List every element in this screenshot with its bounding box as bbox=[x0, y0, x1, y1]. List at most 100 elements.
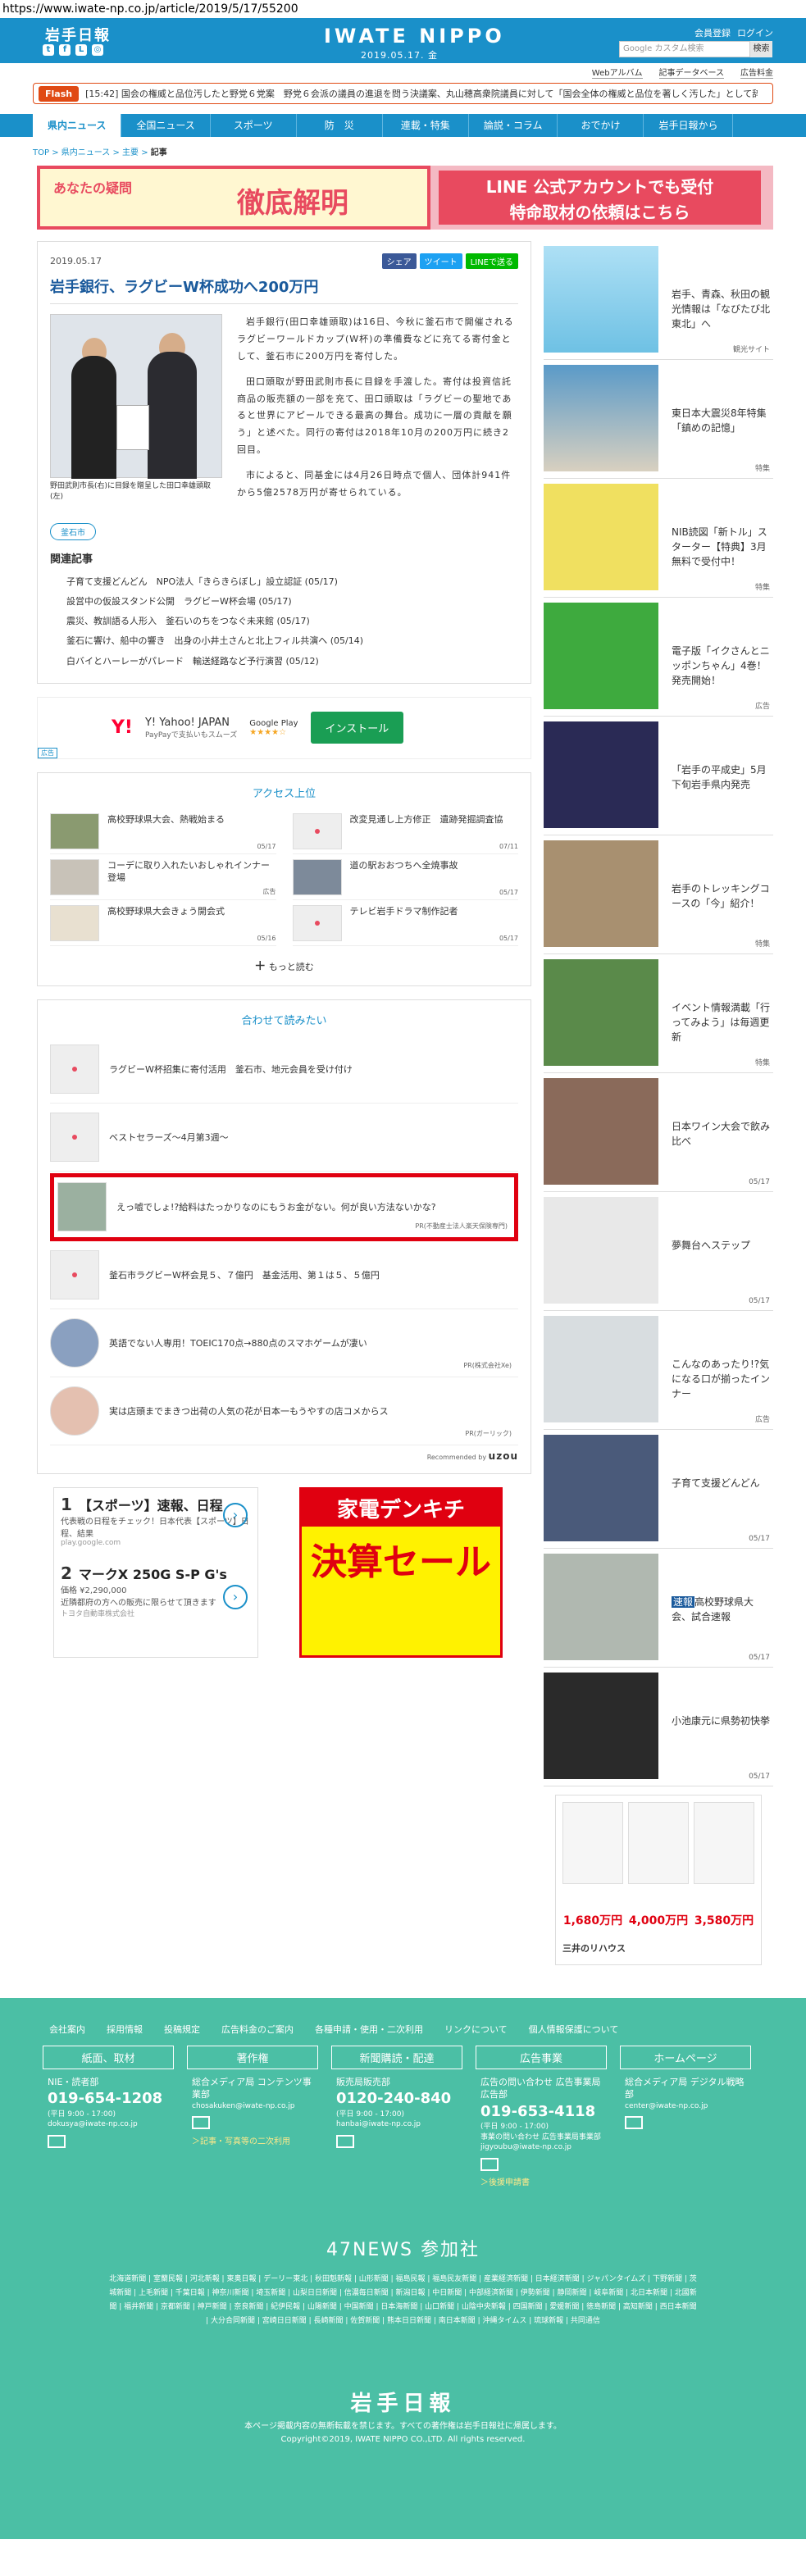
url-bar[interactable]: https://www.iwate-np.co.jp/article/2019/… bbox=[0, 0, 806, 18]
phone-number[interactable]: 019-653-4118 bbox=[480, 2101, 607, 2122]
brand-name[interactable]: IWATE NIPPO bbox=[324, 25, 505, 48]
sidebar-item[interactable]: こんなのあったり!?気になる口が揃ったインナー 広告 bbox=[544, 1311, 773, 1430]
ranking-item[interactable]: 道の駅おおつちへ全焼事故 05/17 bbox=[292, 854, 518, 900]
member-register-link[interactable]: 会員登録 bbox=[694, 26, 731, 39]
nav-national-news[interactable]: 全国ニュース bbox=[121, 114, 211, 137]
secondary-use-link[interactable]: ＞記事・写真等の二次利用 bbox=[192, 2137, 318, 2148]
reco-item[interactable]: ラグビーW杯招集に寄付活用 釜石市、地元会員を受け付け bbox=[50, 1035, 518, 1104]
search-input[interactable]: Google カスタム検索 bbox=[619, 41, 750, 57]
campaign-banner[interactable]: あなたの疑問 徹底解明 LINE 公式アカウントでも受付 特命取材の依頼はこちら bbox=[37, 166, 773, 230]
ad-rates-link[interactable]: 広告料金 bbox=[740, 66, 773, 79]
ranking-item[interactable]: テレビ岩手ドラマ制作記者 05/17 bbox=[292, 900, 518, 946]
sidebar-item[interactable]: NIB読図「新トル」スターター【特典】3月無料で受付中！ 特集 bbox=[544, 479, 773, 598]
google-text-ads[interactable]: 1 【スポーツ】速報、日程 代表戦の日程をチェック！日本代表【スポーツ】日程、結果 p… bbox=[53, 1486, 258, 1658]
footer-link[interactable]: 個人情報保護について bbox=[529, 2023, 619, 2036]
footer-link[interactable]: リンクについて bbox=[444, 2023, 508, 2036]
ranking-item[interactable]: コーデに取り入れたいおしゃれインナー登場 広告 bbox=[50, 854, 276, 900]
related-item[interactable]: 釜石に響け、船中の響き 出身の小井土さんと北上フィル共演へ (05/14) bbox=[66, 631, 518, 651]
reco-item[interactable]: 釜石市ラグビーW杯会見５、７億円 基金活用、第１は５、５億円 bbox=[50, 1241, 518, 1309]
footer-link[interactable]: 広告料金のご案内 bbox=[221, 2023, 294, 2036]
phone-number[interactable]: 019-654-1208 bbox=[48, 2088, 174, 2109]
facebook-share-button[interactable]: シェア bbox=[381, 253, 417, 269]
login-link[interactable]: ログイン bbox=[737, 26, 773, 39]
tag-kamaishi[interactable]: 釜石市 bbox=[50, 522, 96, 540]
mail-icon[interactable] bbox=[48, 2134, 66, 2148]
flash-news-bar[interactable]: Flash [15:42] 国会の権威と品位汚したと野党６党案 野党６会派の議員… bbox=[33, 83, 773, 104]
real-estate-ad[interactable]: 1,680万円 4,000万円 3,580万円 三井のリハウス bbox=[555, 1795, 762, 1965]
breadcrumb-local[interactable]: 県内ニュース bbox=[61, 148, 111, 157]
breadcrumb-main[interactable]: 主要 bbox=[122, 148, 139, 157]
sidebar-item[interactable]: 電子版「イクさんとニッポンちゃん」4巻！発売開始！ 広告 bbox=[544, 598, 773, 717]
partner-newspapers[interactable]: 北海道新聞 | 室蘭民報 | 河北新報 | 東奥日報 | デーリー東北 | 秋田… bbox=[108, 2273, 699, 2328]
line-icon[interactable]: L bbox=[75, 44, 87, 56]
sidebar-item[interactable]: 速報 高校野球県大会、試合速報 05/17 bbox=[544, 1549, 773, 1668]
email-address[interactable]: center@iwate-np.co.jp bbox=[625, 2101, 751, 2112]
sidebar-item[interactable]: 岩手、青森、秋田の観光情報は「なびたび北東北」へ 観光サイト bbox=[544, 241, 773, 360]
reco-item-highlighted[interactable]: えっ嘘でしょ!?給料はたっかりなのにもうお金がない。何が良い方法ないかな? PR(… bbox=[50, 1172, 518, 1241]
yahoo-app-ad[interactable]: Y! Y! Yahoo! JAPAN PayPayで支払いもスムーズ Google… bbox=[37, 696, 531, 759]
email-address[interactable]: dokusya@iwate-np.co.jp bbox=[48, 2119, 174, 2130]
phone-number[interactable]: 0120-240-840 bbox=[336, 2088, 462, 2109]
line-share-button[interactable]: LINEで送る bbox=[465, 253, 518, 269]
related-item[interactable]: 子育て支援どんどん NPO法人「きらきらぼし」設立認証 (05/17) bbox=[66, 572, 518, 592]
install-button[interactable]: インストール bbox=[310, 712, 404, 744]
mail-icon[interactable] bbox=[625, 2116, 643, 2130]
reco-item[interactable]: ベストセラーズ～4月第3週～ bbox=[50, 1104, 518, 1172]
twitter-share-button[interactable]: ツイート bbox=[419, 253, 462, 269]
footer-link[interactable]: 各種申請・使用・二次利用 bbox=[315, 2023, 423, 2036]
ranking-item[interactable]: 高校野球県大会きょう開会式 05/16 bbox=[50, 900, 276, 946]
ranking-item[interactable]: 改変見通し上方修正 遺跡発掘調査協 07/11 bbox=[292, 808, 518, 854]
nav-outing[interactable]: おでかけ bbox=[558, 114, 644, 137]
mail-icon[interactable] bbox=[192, 2116, 210, 2130]
chevron-right-icon[interactable]: › bbox=[223, 1502, 248, 1527]
reco-item[interactable]: 英語でない人専用！TOEIC170点→880点のスマホゲームが凄い PR(株式会社… bbox=[50, 1309, 518, 1377]
email-address[interactable]: hanbai@iwate-np.co.jp bbox=[336, 2119, 462, 2130]
flash-text[interactable]: [15:42] 国会の権威と品位汚したと野党６党案 野党６会派の議員の進退を問う… bbox=[85, 87, 758, 100]
related-item[interactable]: 設営中の仮設スタンド公開 ラグビーW杯会場 (05/17) bbox=[66, 592, 518, 612]
sidebar-item[interactable]: 子育て支援どんどん 05/17 bbox=[544, 1430, 773, 1549]
denkichi-ad[interactable]: 家電デンキチ 決算セール bbox=[299, 1486, 503, 1658]
thumbnail bbox=[57, 1182, 107, 1232]
reco-item[interactable]: 実は店頭までまきつ出荷の人気の花が日本一もうやすの店コメからス PR(ガーリック) bbox=[50, 1377, 518, 1445]
ad-title[interactable]: 【スポーツ】速報、日程 bbox=[61, 1495, 251, 1514]
banner-line-cta[interactable]: LINE 公式アカウントでも受付 特命取材の依頼はこちら bbox=[439, 171, 761, 225]
breadcrumb-top[interactable]: TOP bbox=[33, 148, 49, 157]
mail-icon[interactable] bbox=[336, 2134, 354, 2148]
twitter-icon[interactable]: t bbox=[43, 44, 54, 56]
nav-series[interactable]: 連載・特集 bbox=[383, 114, 469, 137]
uzou-credit[interactable]: Recommended by uzou bbox=[50, 1445, 518, 1462]
ad-title[interactable]: マークX 250G S-P G's bbox=[61, 1563, 251, 1583]
article-photo[interactable] bbox=[50, 314, 222, 479]
instagram-icon[interactable]: ◎ bbox=[92, 44, 103, 56]
nav-editorial[interactable]: 論説・コラム bbox=[469, 114, 558, 137]
footer-link[interactable]: 採用情報 bbox=[107, 2023, 143, 2036]
sidebar-item[interactable]: 小池康元に県勢初快挙 05/17 bbox=[544, 1668, 773, 1786]
mail-icon[interactable] bbox=[480, 2157, 499, 2171]
related-item[interactable]: 白バイとハーレーがパレード 輸送経路など予行演習 (05/12) bbox=[66, 652, 518, 671]
sidebar-item[interactable]: 「岩手の平成史」5月下旬岩手県内発売 bbox=[544, 717, 773, 835]
nav-local-news[interactable]: 県内ニュース bbox=[33, 114, 122, 137]
facebook-icon[interactable]: f bbox=[59, 44, 71, 56]
sidebar-item[interactable]: 岩手のトレッキングコースの「今」紹介！ 特集 bbox=[544, 835, 773, 954]
sidebar-item[interactable]: 日本ワイン大会で飲み比べ 05/17 bbox=[544, 1073, 773, 1192]
sponsorship-link[interactable]: ＞後援申請書 bbox=[480, 2178, 607, 2189]
sidebar-item[interactable]: イベント情報満載「行ってみよう」は毎週更新 特集 bbox=[544, 954, 773, 1073]
search-button[interactable]: 検索 bbox=[750, 41, 772, 57]
web-album-link[interactable]: Webアルバム bbox=[591, 66, 643, 79]
email-address[interactable]: 事業の問い合わせ 広告事業局事業部 jigyoubu@iwate-np.co.j… bbox=[480, 2132, 607, 2153]
footer-link[interactable]: 会社案内 bbox=[49, 2023, 85, 2036]
nav-disaster[interactable]: 防 災 bbox=[297, 114, 383, 137]
site-logo[interactable]: 岩手日報 bbox=[45, 24, 111, 45]
nav-from-iwate-nippo[interactable]: 岩手日報から bbox=[644, 114, 734, 137]
email-address[interactable]: chosakuken@iwate-np.co.jp bbox=[192, 2101, 318, 2112]
footer-logo[interactable]: 岩手日報 bbox=[0, 2387, 806, 2417]
footer-link[interactable]: 投稿規定 bbox=[164, 2023, 200, 2036]
sidebar-item[interactable]: 夢舞台へステップ 05/17 bbox=[544, 1192, 773, 1311]
ranking-item[interactable]: 高校野球県大会、熱戦始まる 05/17 bbox=[50, 808, 276, 854]
nav-sports[interactable]: スポーツ bbox=[211, 114, 297, 137]
read-more-button[interactable]: ＋ もっと読む bbox=[50, 958, 518, 974]
sidebar-item[interactable]: 東日本大震災8年特集「鎮めの記憶」 特集 bbox=[544, 360, 773, 479]
article-database-link[interactable]: 記事データベース bbox=[658, 66, 724, 79]
related-item[interactable]: 震災、教訓語る人形入 釜石いのちをつなぐ未来館 (05/17) bbox=[66, 612, 518, 631]
chevron-right-icon[interactable]: › bbox=[223, 1584, 248, 1609]
